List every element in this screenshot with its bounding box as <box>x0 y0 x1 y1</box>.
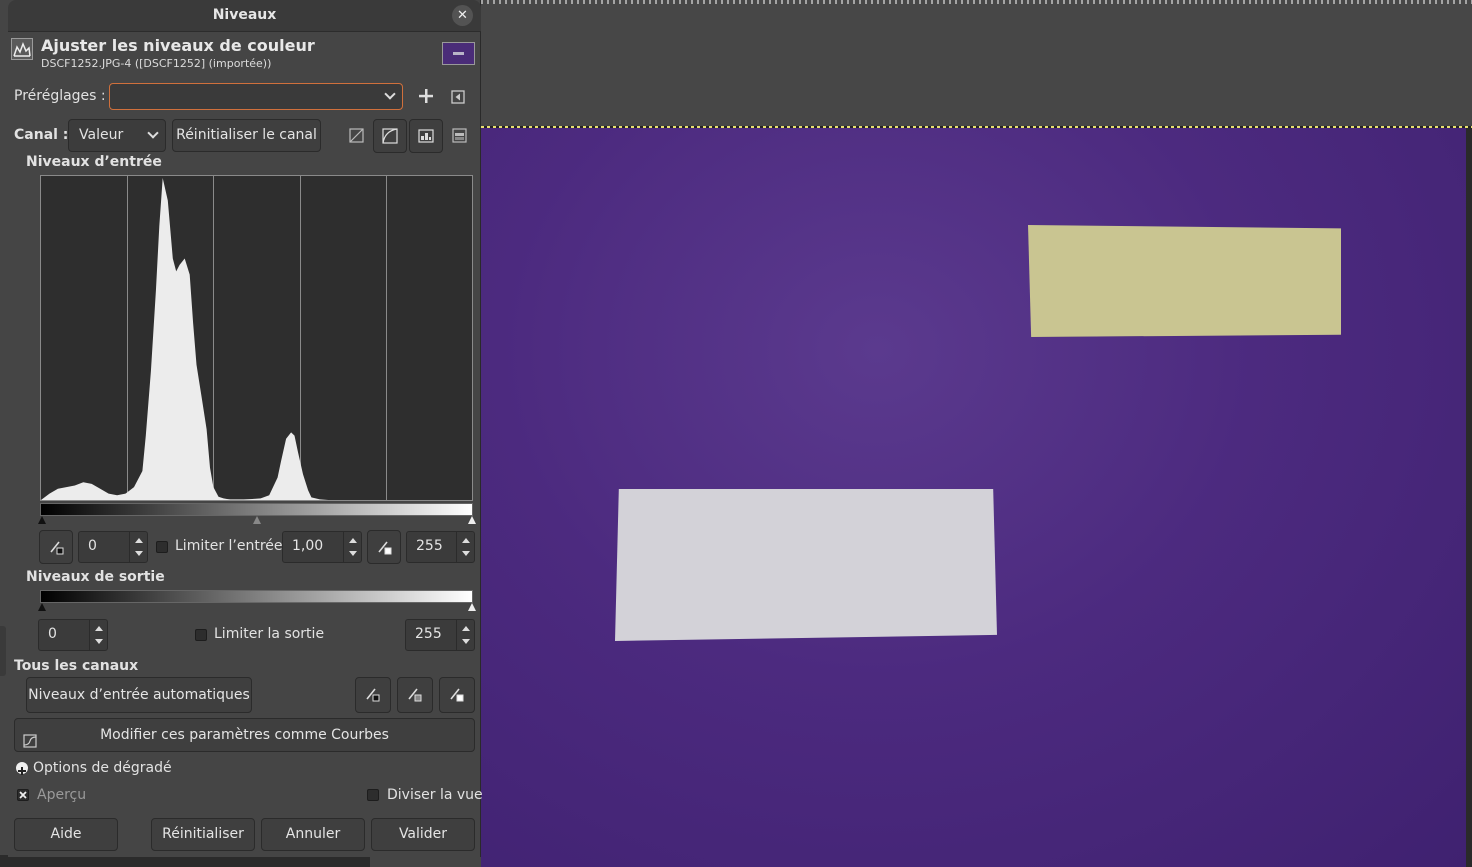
dialog-titlebar[interactable]: Niveaux ✕ <box>8 0 481 32</box>
histogram-alt-icon[interactable] <box>452 128 467 147</box>
ruler <box>481 0 1472 4</box>
eyedropper-white-icon <box>378 541 392 555</box>
input-gradient-bar <box>40 503 473 516</box>
blend-options-expander[interactable]: Options de dégradé <box>33 760 172 776</box>
output-low-spinner[interactable]: 0 <box>38 619 108 651</box>
input-high-arrows[interactable] <box>456 532 474 562</box>
close-button[interactable]: ✕ <box>452 5 473 26</box>
close-icon[interactable]: ✕ <box>457 8 468 23</box>
histogram-view-button[interactable] <box>409 119 443 153</box>
input-low-arrows[interactable] <box>129 532 147 562</box>
levels-icon <box>11 38 33 60</box>
add-preset-icon[interactable] <box>418 88 434 108</box>
image-thumbnail <box>442 42 475 65</box>
clamp-output-label: Limiter la sortie <box>214 626 325 642</box>
output-levels-title: Niveaux de sortie <box>26 569 165 585</box>
check-icon <box>19 791 27 799</box>
log-histogram-button[interactable] <box>373 119 407 153</box>
canvas-edge <box>1466 128 1472 867</box>
preset-menu-icon[interactable] <box>451 89 465 108</box>
log-histogram-icon <box>382 128 398 144</box>
all-channels-title: Tous les canaux <box>14 658 139 674</box>
input-low-spinner[interactable]: 0 <box>78 531 148 563</box>
input-high-spinner[interactable]: 255 <box>406 531 475 563</box>
pick-white-point-button[interactable] <box>367 530 401 564</box>
preview-checkbox[interactable] <box>17 789 29 801</box>
clamp-input-checkbox[interactable] <box>156 541 168 553</box>
output-low-value: 0 <box>48 626 57 642</box>
output-high-spinner[interactable]: 255 <box>405 619 475 651</box>
output-low-arrows[interactable] <box>89 620 107 650</box>
channel-value: Valeur <box>79 127 124 143</box>
split-view-checkbox[interactable] <box>367 789 379 801</box>
presets-combo[interactable] <box>109 83 403 110</box>
input-low-handle[interactable] <box>38 516 46 524</box>
preview-label: Aperçu <box>37 787 87 803</box>
input-high-handle[interactable] <box>468 516 476 524</box>
chevron-down-icon <box>384 88 396 100</box>
gamma-arrows[interactable] <box>343 532 361 562</box>
eyedropper-white-icon <box>450 688 464 702</box>
input-low-value: 0 <box>88 538 97 554</box>
pick-black-all-button[interactable] <box>355 677 391 713</box>
eyedropper-black-icon <box>50 541 64 555</box>
output-low-handle[interactable] <box>38 603 46 611</box>
yellow-paper-sample <box>1028 225 1341 337</box>
histogram[interactable] <box>40 175 473 501</box>
output-high-value: 255 <box>415 626 442 642</box>
eyedropper-black-icon <box>366 688 380 702</box>
linear-histogram-icon[interactable] <box>349 128 364 147</box>
clamp-input-label: Limiter l’entrée <box>175 538 283 554</box>
curves-icon <box>23 728 37 760</box>
chevron-down-icon <box>147 127 159 139</box>
pick-white-all-button[interactable] <box>439 677 475 713</box>
histogram-chart <box>41 176 472 500</box>
image-canvas[interactable] <box>481 128 1472 867</box>
output-gradient-bar <box>40 590 473 603</box>
canvas-header-area <box>481 0 1472 127</box>
gamma-spinner[interactable]: 1,00 <box>282 531 362 563</box>
image-name: DSCF1252.JPG-4 ([DSCF1252] (importée)) <box>41 57 272 70</box>
ok-button[interactable]: Valider <box>371 818 475 851</box>
dialog-title: Niveaux <box>212 7 277 23</box>
levels-dialog: Niveaux ✕ Ajuster les niveaux de couleur… <box>8 0 483 857</box>
pick-black-point-button[interactable] <box>39 530 73 564</box>
dialog-heading: Ajuster les niveaux de couleur <box>41 36 315 55</box>
auto-input-levels-button[interactable]: Niveaux d’entrée automatiques <box>26 677 252 713</box>
edit-as-curves-button[interactable]: Modifier ces paramètres comme Courbes <box>14 718 475 752</box>
cancel-button[interactable]: Annuler <box>261 818 365 851</box>
split-view-label: Diviser la vue <box>387 787 483 803</box>
histogram-view-icon <box>418 129 434 143</box>
clamp-output-checkbox[interactable] <box>195 629 207 641</box>
channel-combo[interactable]: Valeur <box>68 119 166 152</box>
eyedropper-gray-icon <box>408 688 422 702</box>
dock-handle[interactable] <box>0 626 6 676</box>
expand-plus-icon[interactable] <box>16 762 28 775</box>
channel-label: Canal : <box>14 127 69 143</box>
histogram-area <box>41 178 472 500</box>
output-high-handle[interactable] <box>468 603 476 611</box>
input-levels-title: Niveaux d’entrée <box>26 154 162 170</box>
pick-gray-all-button[interactable] <box>397 677 433 713</box>
reset-button[interactable]: Réinitialiser <box>151 818 255 851</box>
white-paper-sample <box>615 489 997 641</box>
output-high-arrows[interactable] <box>456 620 474 650</box>
input-high-value: 255 <box>416 538 443 554</box>
help-button[interactable]: Aide <box>14 818 118 851</box>
reset-channel-button[interactable]: Réinitialiser le canal <box>172 119 321 152</box>
input-gamma-handle[interactable] <box>253 516 261 524</box>
edit-as-curves-label: Modifier ces paramètres comme Courbes <box>100 727 389 743</box>
presets-label: Préréglages : <box>14 88 106 104</box>
gamma-value: 1,00 <box>292 538 324 554</box>
